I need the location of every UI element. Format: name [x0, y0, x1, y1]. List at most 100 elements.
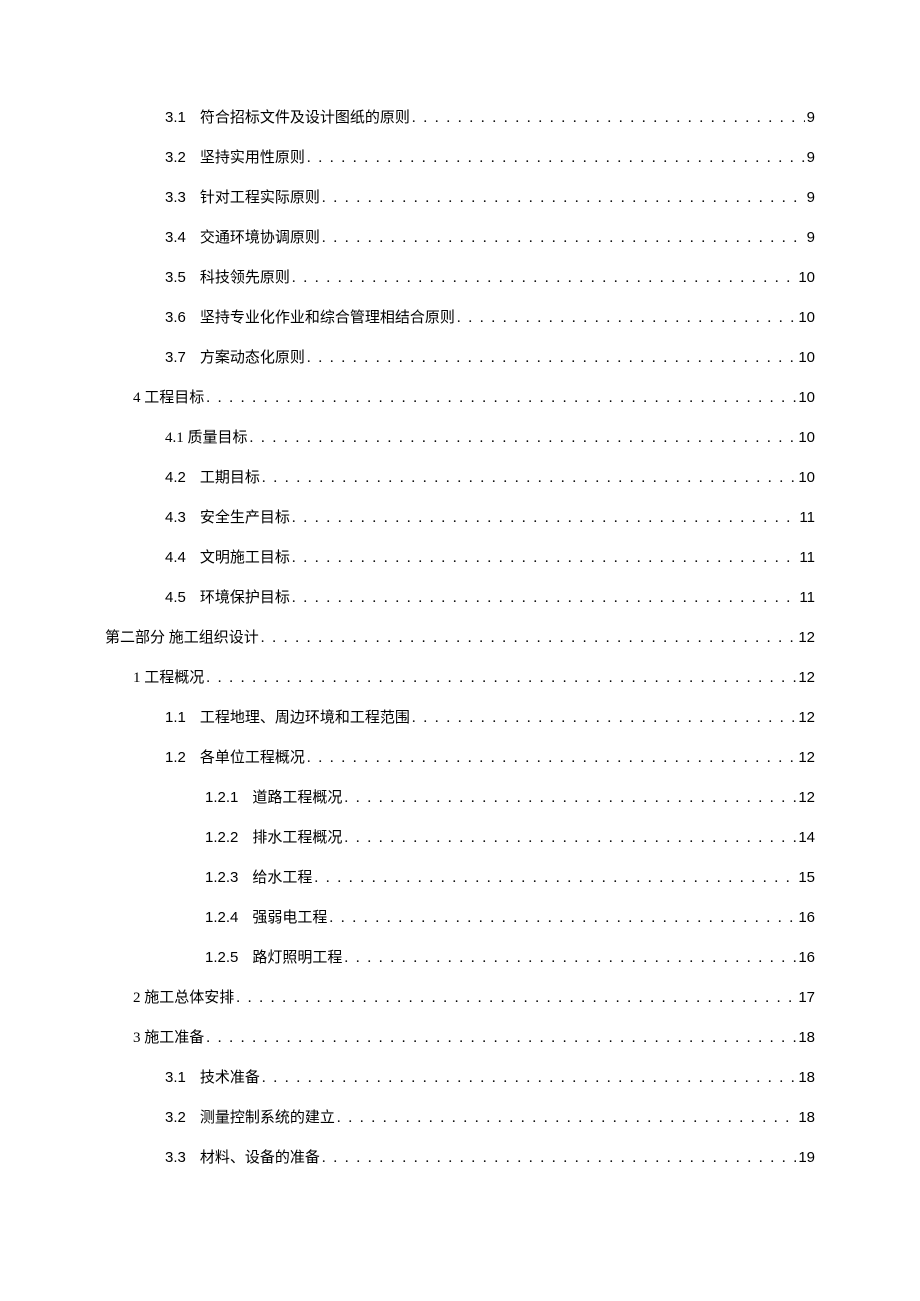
toc-entry-number: 1.2.4	[205, 910, 238, 925]
toc-entry-title: 2 施工总体安排	[133, 991, 234, 1006]
toc-entry-title: 坚持实用性原则	[200, 151, 305, 166]
toc-leader-dots	[206, 1031, 796, 1046]
toc-entry-title: 排水工程概况	[252, 831, 342, 846]
toc-entry-title: 材料、设备的准备	[200, 1151, 320, 1166]
toc-entry-title: 安全生产目标	[200, 511, 290, 526]
toc-leader-dots	[322, 231, 805, 246]
toc-entry-number: 3.6	[165, 310, 186, 325]
toc-entry-number: 3	[133, 1030, 141, 1046]
toc-entry-number: 3.4	[165, 230, 186, 245]
toc-entry-title: 1 工程概况	[133, 671, 204, 686]
toc-entry-page: 9	[807, 150, 815, 165]
toc-entry-title: 文明施工目标	[200, 551, 290, 566]
toc-leader-dots	[261, 631, 797, 646]
toc-entry: 1.2.4 强弱电工程 16	[105, 910, 815, 926]
toc-entry: 3.3 材料、设备的准备 19	[105, 1150, 815, 1166]
toc-entry-page: 10	[798, 270, 815, 285]
toc-entry: 4.4 文明施工目标 11	[105, 550, 815, 566]
toc-entry-page: 11	[799, 590, 815, 605]
toc-leader-dots	[337, 1111, 796, 1126]
toc-entry: 4.5 环境保护目标 11	[105, 590, 815, 606]
toc-entry-page: 14	[798, 830, 815, 845]
toc-entry: 4.1 质量目标 10	[105, 430, 815, 446]
toc-entry: 3.6坚持专业化作业和综合管理相结合原则10	[105, 310, 815, 326]
toc-entry-page: 12	[798, 710, 815, 725]
toc-entry: 4.2工期目标10	[105, 470, 815, 486]
toc-entry-page: 10	[798, 470, 815, 485]
toc-entry: 3.5 科技领先原则 10	[105, 270, 815, 286]
toc-entry-page: 15	[798, 870, 815, 885]
toc-leader-dots	[307, 351, 796, 366]
toc-entry-number: 1.1	[165, 710, 186, 725]
toc-entry-number: 3.7	[165, 350, 186, 365]
toc-entry-number: 3.3	[165, 190, 186, 205]
toc-entry: 3.2测量控制系统的建立18	[105, 1110, 815, 1126]
toc-entry: 第二部分 施工组织设计 12	[105, 630, 815, 646]
toc-leader-dots	[329, 911, 796, 926]
toc-entry-title-text: 施工总体安排	[144, 990, 234, 1006]
toc-entry: 1.2.2 排水工程概况 14	[105, 830, 815, 846]
toc-entry-page: 18	[798, 1110, 815, 1125]
toc-entry: 1.2.3给水工程15	[105, 870, 815, 886]
toc-entry-title: 给水工程	[252, 871, 312, 886]
toc-entry-number: 1.2.5	[205, 950, 238, 965]
toc-entry-title-text: 质量目标	[188, 430, 248, 446]
toc-entry: 1.1工程地理、周边环境和工程范围12	[105, 710, 815, 726]
toc-entry-number: 2	[133, 990, 141, 1006]
toc-entry-number: 3.5	[165, 270, 186, 285]
toc-entry-number: 4.2	[165, 470, 186, 485]
toc-entry-title: 符合招标文件及设计图纸的原则	[200, 111, 410, 126]
toc-entry-number: 4.4	[165, 550, 186, 565]
toc-entry-number: 1.2.2	[205, 830, 238, 845]
toc-entry-title-text: 施工准备	[144, 1030, 204, 1046]
toc-leader-dots	[322, 1151, 796, 1166]
toc-leader-dots	[262, 471, 796, 486]
toc-entry-page: 16	[798, 910, 815, 925]
toc-leader-dots	[292, 511, 798, 526]
toc-leader-dots	[344, 951, 796, 966]
toc-entry-number: 1	[133, 670, 141, 686]
toc-entry-number: 4.5	[165, 590, 186, 605]
toc-entry: 3.1符合招标文件及设计图纸的原则9	[105, 110, 815, 126]
toc-entry-title: 强弱电工程	[252, 911, 327, 926]
toc-entry-title: 环境保护目标	[200, 591, 290, 606]
toc-entry-number: 4.3	[165, 510, 186, 525]
toc-entry: 1.2.5路灯照明工程16	[105, 950, 815, 966]
toc-entry-page: 18	[798, 1030, 815, 1045]
toc-entry: 4.3安全生产目标11	[105, 510, 815, 526]
toc-entry-page: 9	[807, 190, 815, 205]
toc-entry: 3.4 交通环境协调原则 9	[105, 230, 815, 246]
toc-entry-page: 11	[799, 550, 815, 565]
toc-leader-dots	[250, 431, 797, 446]
toc-entry: 3.7方案动态化原则10	[105, 350, 815, 366]
toc-entry-page: 9	[807, 230, 815, 245]
toc-entry-title: 3 施工准备	[133, 1031, 204, 1046]
toc-leader-dots	[292, 271, 796, 286]
toc-leader-dots	[206, 671, 796, 686]
toc-entry: 3 施工准备 18	[105, 1030, 815, 1046]
toc-leader-dots	[206, 391, 796, 406]
toc-entry-title: 4.1 质量目标	[165, 431, 248, 446]
toc-entry-title: 技术准备	[200, 1071, 260, 1086]
toc-entry: 2 施工总体安排17	[105, 990, 815, 1006]
toc-entry-number: 3.2	[165, 1110, 186, 1125]
toc-entry-number: 3.1	[165, 1070, 186, 1085]
toc-entry-title: 交通环境协调原则	[200, 231, 320, 246]
toc-leader-dots	[307, 751, 796, 766]
toc-entry-title: 路灯照明工程	[252, 951, 342, 966]
toc-entry-page: 19	[798, 1150, 815, 1165]
toc-entry-title: 科技领先原则	[200, 271, 290, 286]
toc-entry-page: 10	[798, 430, 815, 445]
toc-leader-dots	[307, 151, 805, 166]
toc-entry-number: 4.1	[165, 430, 184, 446]
toc-entry-title: 第二部分 施工组织设计	[105, 631, 259, 646]
toc-entry: 1.2.1道路工程概况12	[105, 790, 815, 806]
toc-entry-page: 12	[798, 630, 815, 645]
table-of-contents: 3.1 符合招标文件及设计图纸的原则 9 3.2 坚持实用性原则 9 3.3 针对工程实际原则…	[105, 110, 815, 1166]
document-page: 3.1 符合招标文件及设计图纸的原则 9 3.2 坚持实用性原则 9 3.3 针对工程实际原则…	[0, 0, 920, 1301]
toc-entry: 1 工程概况12	[105, 670, 815, 686]
toc-entry: 3.1技术准备18	[105, 1070, 815, 1086]
toc-entry-number: 3.1	[165, 110, 186, 125]
toc-entry-number: 3.3	[165, 1150, 186, 1165]
toc-entry-title: 针对工程实际原则	[200, 191, 320, 206]
